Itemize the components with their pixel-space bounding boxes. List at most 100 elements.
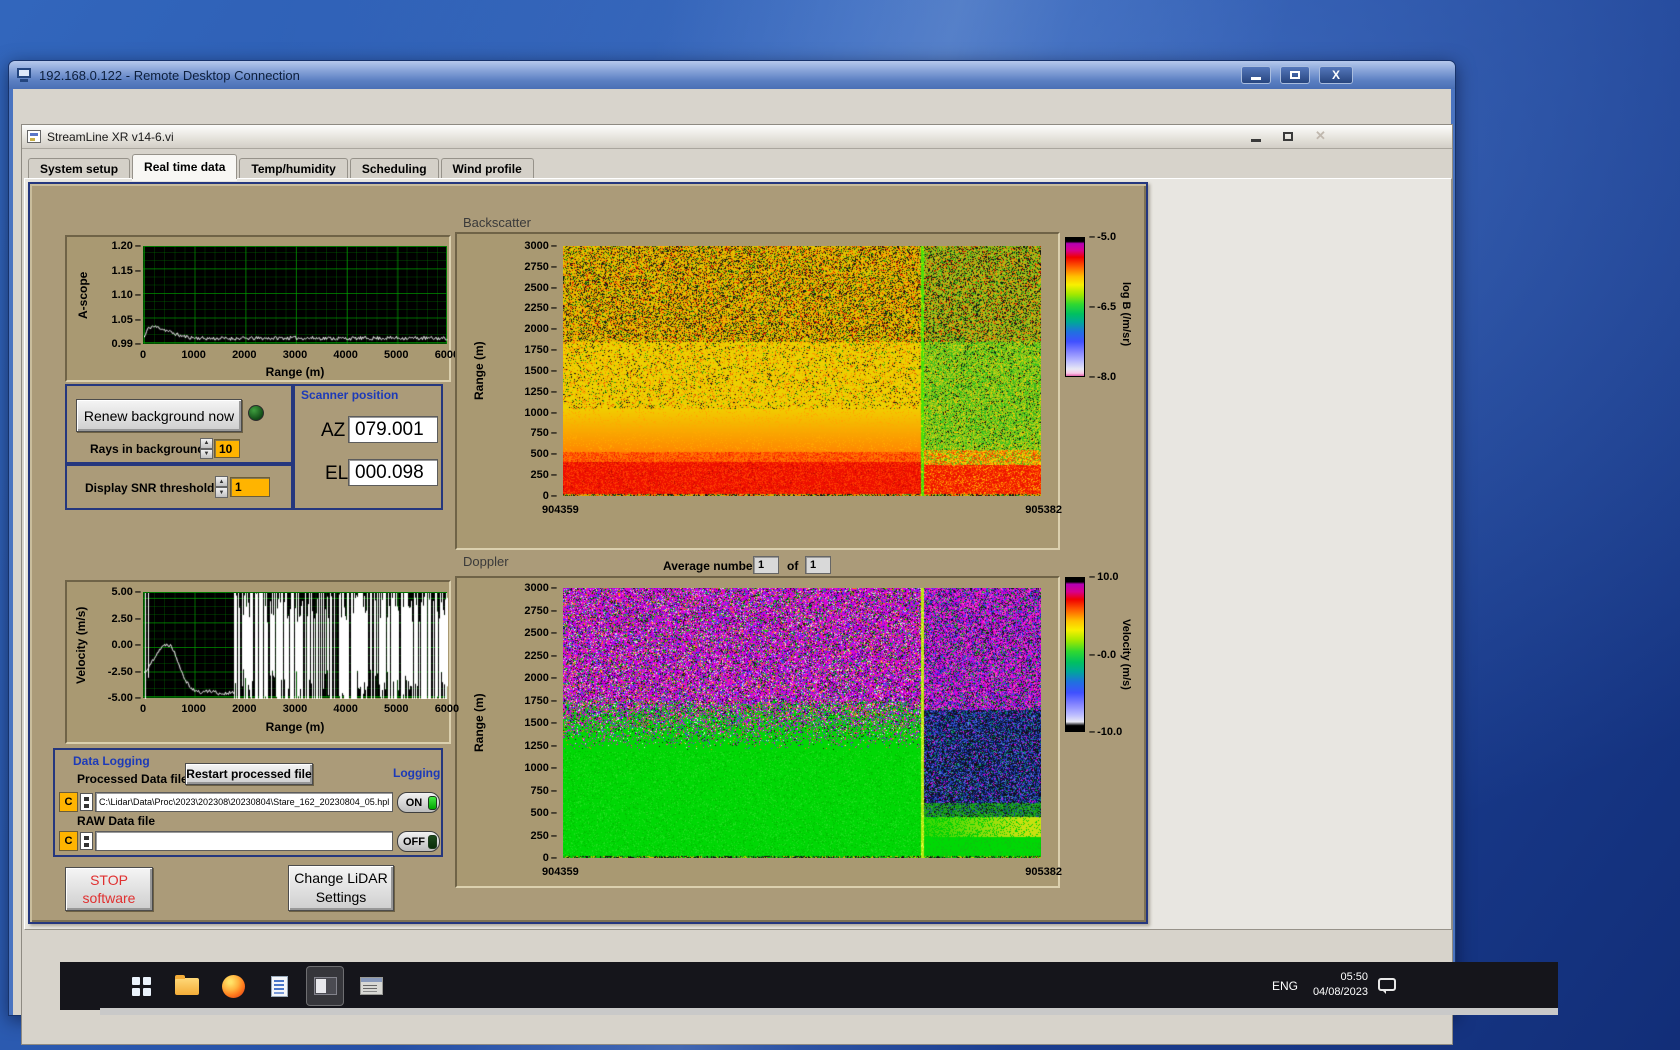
tab-wind-profile[interactable]: Wind profile bbox=[440, 158, 534, 179]
restart-processed-file-button[interactable]: Restart processed file bbox=[185, 763, 313, 785]
velocity-graph: Velocity (m/s) 5.002.500.00-2.50-5.00 01… bbox=[65, 580, 459, 744]
vi-titlebar[interactable]: StreamLine XR v14-6.vi ✕ bbox=[22, 125, 1452, 149]
backscatter-colorbar-label: log B (/m/sr) bbox=[1120, 281, 1132, 347]
clock[interactable]: 05:50 04/08/2023 bbox=[1306, 970, 1368, 1000]
vi-icon bbox=[27, 130, 41, 143]
tab-system-setup[interactable]: System setup bbox=[28, 158, 131, 179]
notification-icon[interactable] bbox=[1378, 978, 1396, 994]
processed-logging-toggle[interactable]: ON bbox=[397, 792, 440, 813]
taskbar: ENG 05:50 04/08/2023 bbox=[60, 962, 1558, 1010]
raw-browse-icon[interactable] bbox=[80, 832, 93, 850]
snr-threshold-label: Display SNR threshold bbox=[85, 481, 215, 495]
tab-real-time-data[interactable]: Real time data bbox=[132, 154, 238, 179]
desktop: 192.168.0.122 - Remote Desktop Connectio… bbox=[0, 0, 1680, 1050]
elevation-value-field[interactable]: 000.098 bbox=[348, 459, 438, 486]
minimize-button[interactable] bbox=[1241, 66, 1271, 84]
data-logging-box: Data Logging Processed Data file Restart… bbox=[53, 748, 443, 857]
velocity-x-axis-label: Range (m) bbox=[265, 720, 325, 734]
maximize-icon bbox=[1290, 71, 1300, 79]
doppler-x-end: 905382 bbox=[1025, 866, 1062, 878]
logging-label: Logging bbox=[393, 766, 441, 780]
velocity-trace-canvas bbox=[144, 593, 448, 699]
data-logging-heading: Data Logging bbox=[73, 754, 150, 768]
raw-logging-toggle[interactable]: OFF bbox=[397, 831, 440, 852]
tab-temp-humidity[interactable]: Temp/humidity bbox=[239, 158, 348, 179]
processed-browse-icon[interactable] bbox=[80, 793, 93, 811]
notepad-button[interactable] bbox=[260, 966, 298, 1006]
doppler-y-ticks: 3000275025002250200017501500125010007505… bbox=[497, 581, 557, 865]
change-settings-line1: Change LiDAR bbox=[294, 870, 388, 886]
maximize-button[interactable] bbox=[1280, 66, 1310, 84]
elevation-label: EL bbox=[325, 463, 349, 484]
backscatter-y-axis-label: Range (m) bbox=[472, 341, 486, 401]
front-panel: A-scope 1.201.151.101.050.99 01000200030… bbox=[28, 182, 1148, 924]
file-explorer-button[interactable] bbox=[168, 966, 206, 1006]
doppler-plot-area bbox=[563, 588, 1041, 858]
snr-spinner[interactable]: ▲ ▼ bbox=[215, 476, 228, 498]
scan-scheduler-button[interactable] bbox=[352, 966, 390, 1006]
stop-software-button[interactable]: STOP software bbox=[65, 867, 153, 911]
rays-spinner[interactable]: ▲ ▼ bbox=[200, 438, 213, 459]
background-box: Renew background now Rays in background … bbox=[65, 384, 293, 464]
backscatter-graph: Range (m) 300027502500225020001750150012… bbox=[455, 232, 1062, 550]
backscatter-colorbar bbox=[1065, 237, 1085, 377]
doppler-x-labels: 904359 905382 bbox=[542, 866, 1062, 878]
scanner-position-heading: Scanner position bbox=[301, 388, 399, 402]
change-lidar-settings-button[interactable]: Change LiDAR Settings bbox=[288, 865, 394, 911]
velocity-y-ticks: 5.002.500.00-2.50-5.00 bbox=[91, 585, 141, 705]
raw-path-field[interactable] bbox=[95, 831, 393, 851]
ascope-x-axis-label: Range (m) bbox=[265, 365, 325, 379]
ascope-x-ticks: 0 1000 2000 3000 4000 5000 6000 bbox=[139, 349, 460, 361]
backscatter-colorbar-ticks: -5.0-6.5-8.0 bbox=[1089, 230, 1116, 384]
doppler-heatmap-canvas bbox=[563, 588, 1041, 858]
minimize-icon bbox=[1251, 77, 1261, 80]
raw-logging-led bbox=[428, 834, 437, 849]
ascope-trace-canvas bbox=[144, 247, 448, 345]
renew-background-button[interactable]: Renew background now bbox=[76, 399, 242, 432]
rdp-session-button[interactable] bbox=[306, 966, 344, 1006]
processed-data-file-label: Processed Data file bbox=[77, 772, 188, 786]
tab-bar: System setup Real time data Temp/humidit… bbox=[28, 154, 536, 179]
processed-drive-combo[interactable]: C bbox=[59, 792, 78, 812]
ascope-graph: A-scope 1.201.151.101.050.99 01000200030… bbox=[65, 235, 459, 382]
average-current-field[interactable]: 1 bbox=[753, 556, 779, 574]
average-of-label: of bbox=[787, 559, 799, 573]
vi-close-icon[interactable]: ✕ bbox=[1315, 128, 1326, 144]
rays-value-field[interactable]: 10 bbox=[214, 439, 240, 458]
backscatter-title: Backscatter bbox=[463, 215, 531, 230]
rdp-window-title: 192.168.0.122 - Remote Desktop Connectio… bbox=[39, 67, 300, 83]
processed-path-field[interactable]: C:\Lidar\Data\Proc\2023\202308\20230804\… bbox=[95, 792, 393, 812]
doppler-title: Doppler bbox=[463, 554, 509, 569]
velocity-y-axis-label: Velocity (m/s) bbox=[74, 606, 88, 684]
backscatter-x-labels: 904359 905382 bbox=[542, 504, 1062, 516]
snr-value-field[interactable]: 1 bbox=[230, 477, 270, 497]
vi-minimize-icon[interactable] bbox=[1251, 138, 1261, 142]
clock-date: 04/08/2023 bbox=[1312, 986, 1368, 998]
backscatter-y-ticks: 3000275025002250200017501500125010007505… bbox=[497, 239, 557, 503]
backscatter-x-end: 905382 bbox=[1025, 504, 1062, 516]
average-total-field[interactable]: 1 bbox=[805, 556, 831, 574]
azimuth-label: AZ bbox=[321, 420, 346, 441]
doppler-graph: Range (m) 300027502500225020001750150012… bbox=[455, 576, 1062, 888]
clock-time: 05:50 bbox=[1340, 971, 1368, 983]
tab-scheduling[interactable]: Scheduling bbox=[349, 158, 439, 179]
close-button[interactable]: X bbox=[1319, 66, 1353, 84]
doppler-colorbar-label: Velocity (m/s) bbox=[1120, 618, 1132, 690]
azimuth-value-field[interactable]: 079.001 bbox=[348, 416, 438, 443]
raw-data-file-label: RAW Data file bbox=[77, 814, 156, 828]
backscatter-heatmap-canvas bbox=[563, 246, 1041, 496]
start-button[interactable] bbox=[122, 966, 160, 1006]
language-indicator[interactable]: ENG bbox=[1270, 974, 1300, 998]
doppler-y-axis-label: Range (m) bbox=[472, 693, 486, 753]
rdp-session-icon bbox=[313, 977, 337, 995]
doppler-x-start: 904359 bbox=[542, 866, 579, 878]
document-icon bbox=[270, 975, 288, 997]
firefox-button[interactable] bbox=[214, 966, 252, 1006]
rdp-titlebar[interactable]: 192.168.0.122 - Remote Desktop Connectio… bbox=[9, 61, 1455, 89]
doppler-colorbar bbox=[1065, 577, 1085, 732]
velocity-plot-area bbox=[143, 592, 448, 699]
stop-software-line2: software bbox=[82, 890, 136, 906]
folder-icon bbox=[175, 974, 199, 995]
raw-drive-combo[interactable]: C bbox=[59, 831, 78, 851]
vi-restore-icon[interactable] bbox=[1283, 131, 1293, 141]
